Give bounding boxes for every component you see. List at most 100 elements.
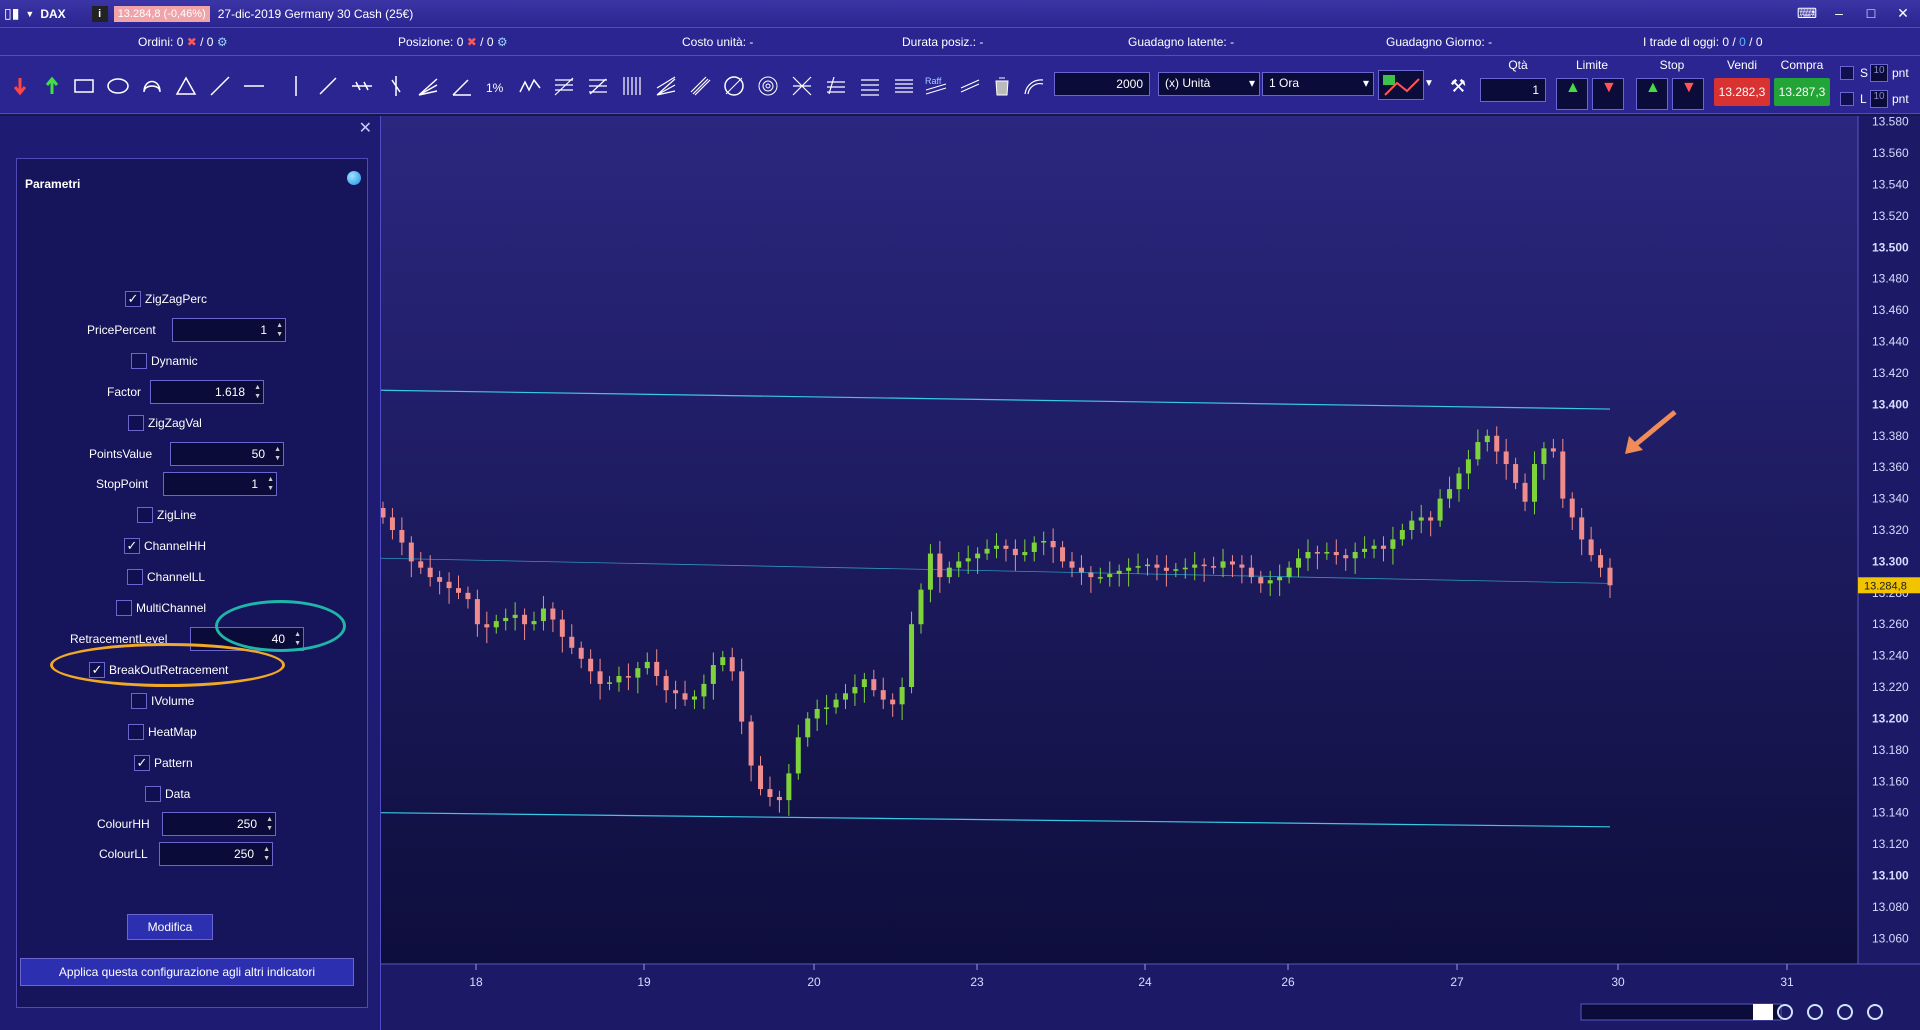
wave-lines-icon[interactable] — [858, 74, 882, 98]
channelhh-checkbox[interactable]: ✓ — [124, 538, 140, 554]
spinner-icon[interactable]: ▲ ▼ — [276, 321, 283, 339]
s-checkbox[interactable] — [1840, 66, 1854, 80]
indicator-icon[interactable] — [1378, 70, 1424, 100]
keyboard-icon[interactable]: ⌨ — [1796, 4, 1818, 22]
fibo-ext-icon[interactable] — [586, 74, 610, 98]
limit-buy-button[interactable]: ▲ — [1556, 78, 1588, 110]
channelll-checkbox[interactable] — [127, 569, 143, 585]
spiral-icon[interactable] — [756, 74, 780, 98]
multichannel-label: MultiChannel — [136, 601, 207, 615]
vline-double-icon[interactable] — [384, 74, 408, 98]
sell-button[interactable]: 13.282,3 — [1714, 78, 1770, 106]
close-icon[interactable]: ✕ — [1892, 4, 1914, 22]
buy-arrow-icon[interactable] — [40, 74, 64, 98]
raff-channel-icon[interactable]: Raff — [924, 74, 948, 98]
zigzagval-checkbox[interactable] — [128, 415, 144, 431]
heatmap-label: HeatMap — [148, 725, 197, 739]
candle-body — [418, 561, 424, 568]
modifica-button[interactable]: Modifica — [127, 914, 213, 940]
gann-icon[interactable] — [620, 74, 644, 98]
fibo-icon[interactable] — [552, 74, 576, 98]
arc-icon[interactable] — [1022, 74, 1046, 98]
zigzagperc-checkbox[interactable]: ✓ — [125, 291, 141, 307]
buy-button[interactable]: 13.287,3 — [1774, 78, 1830, 106]
vertical-line-icon[interactable] — [284, 74, 308, 98]
spinner-icon[interactable]: ▲ ▼ — [274, 445, 281, 463]
pointsvalue-label: PointsValue — [89, 447, 153, 461]
trash-icon[interactable] — [990, 74, 1014, 98]
regression-icon[interactable] — [958, 74, 982, 98]
percent-icon[interactable]: 1% — [484, 74, 508, 98]
pattern-checkbox[interactable]: ✓ — [134, 755, 150, 771]
chevron-down-icon[interactable]: ▼ — [25, 9, 34, 19]
price-chart[interactable]: 13.580 13.560 13.540 13.520 13.500 13.480 13.4… — [381, 116, 1920, 1030]
l-pnt-input[interactable]: 10 — [1870, 90, 1888, 108]
y-tick-label: 13.440 — [1872, 335, 1909, 349]
colourll-input[interactable]: 250 ▲ ▼ — [159, 842, 273, 866]
trendline-icon[interactable] — [208, 74, 232, 98]
fan-icon[interactable] — [416, 74, 440, 98]
stacked-lines-icon[interactable] — [892, 74, 916, 98]
pricepercent-input[interactable]: 1 ▲ ▼ — [172, 318, 286, 342]
data-checkbox[interactable] — [145, 786, 161, 802]
parallel-icon[interactable] — [688, 74, 712, 98]
y-tick-label: 13.100 — [1872, 868, 1909, 882]
quantity-input[interactable] — [1054, 72, 1150, 96]
fe-icon[interactable] — [824, 74, 848, 98]
candle-body — [1097, 577, 1103, 579]
apply-config-button[interactable]: Applica questa configurazione agli altri… — [20, 958, 354, 986]
stop-sell-button[interactable]: ▼ — [1672, 78, 1704, 110]
help-bubble-icon[interactable] — [347, 171, 361, 185]
colourhh-input[interactable]: 250 ▲ ▼ — [162, 812, 276, 836]
spinner-icon[interactable]: ▲ ▼ — [266, 815, 273, 833]
circle-icon[interactable] — [722, 74, 746, 98]
wrench-icon[interactable]: ⚒ — [1450, 76, 1466, 97]
pitchfork-icon[interactable] — [654, 74, 678, 98]
dynamic-checkbox[interactable] — [131, 353, 147, 369]
qta-input[interactable] — [1480, 78, 1546, 102]
triangle-icon[interactable] — [174, 74, 198, 98]
info-icon[interactable]: i — [91, 5, 108, 22]
chevron-down-icon[interactable]: ▼ — [1424, 78, 1434, 89]
cross-fan-icon[interactable] — [790, 74, 814, 98]
factor-input[interactable]: 1.618 ▲ ▼ — [150, 380, 264, 404]
gears-icon[interactable]: ⚙ — [217, 35, 228, 49]
timeframe-select[interactable]: 1 Ora ▾ — [1262, 72, 1374, 96]
spinner-icon[interactable]: ▲ ▼ — [254, 383, 261, 401]
zigline-checkbox[interactable] — [137, 507, 153, 523]
chart-canvas[interactable]: 13.580 13.560 13.540 13.520 13.500 13.480 13.4… — [381, 116, 1920, 1030]
zigzag-icon[interactable] — [518, 74, 542, 98]
rectangle-icon[interactable] — [72, 74, 96, 98]
limit-sell-button[interactable]: ▼ — [1592, 78, 1624, 110]
hline-double-icon[interactable] — [350, 74, 374, 98]
spinner-icon[interactable]: ▲ ▼ — [267, 475, 274, 493]
close-icon[interactable]: ✕ — [359, 118, 372, 138]
s-pnt-input[interactable]: 10 — [1870, 64, 1888, 82]
chart-type-icon[interactable]: ▯▮ — [4, 5, 19, 22]
ivolume-checkbox[interactable] — [131, 693, 147, 709]
horizontal-line-icon[interactable] — [242, 74, 266, 98]
candle-body — [1154, 564, 1160, 568]
maximize-icon[interactable]: □ — [1860, 4, 1882, 22]
spinner-icon[interactable]: ▲ ▼ — [263, 845, 270, 863]
heatmap-checkbox[interactable] — [128, 724, 144, 740]
pointsvalue-input[interactable]: 50 ▲ ▼ — [170, 442, 284, 466]
scroll-right-button[interactable] — [1753, 1004, 1773, 1020]
angle-icon[interactable] — [450, 74, 474, 98]
cancel-icon[interactable]: ✖ — [467, 35, 477, 49]
gears-icon[interactable]: ⚙ — [497, 35, 508, 49]
ellipse-icon[interactable] — [106, 74, 130, 98]
sell-arrow-icon[interactable] — [8, 74, 32, 98]
loop-icon[interactable] — [140, 74, 164, 98]
l-checkbox[interactable] — [1840, 92, 1854, 106]
ray-icon[interactable] — [316, 74, 340, 98]
minimize-icon[interactable]: – — [1828, 4, 1850, 22]
cancel-icon[interactable]: ✖ — [187, 35, 197, 49]
horizontal-scrollbar[interactable] — [1580, 1003, 1782, 1021]
multichannel-checkbox[interactable] — [116, 600, 132, 616]
stop-buy-button[interactable]: ▲ — [1636, 78, 1668, 110]
stoppoint-input[interactable]: 1 ▲ ▼ — [163, 472, 277, 496]
candle-body — [644, 661, 650, 669]
unit-select[interactable]: (x) Unità ▾ — [1158, 72, 1260, 96]
symbol-label[interactable]: DAX — [40, 7, 65, 21]
